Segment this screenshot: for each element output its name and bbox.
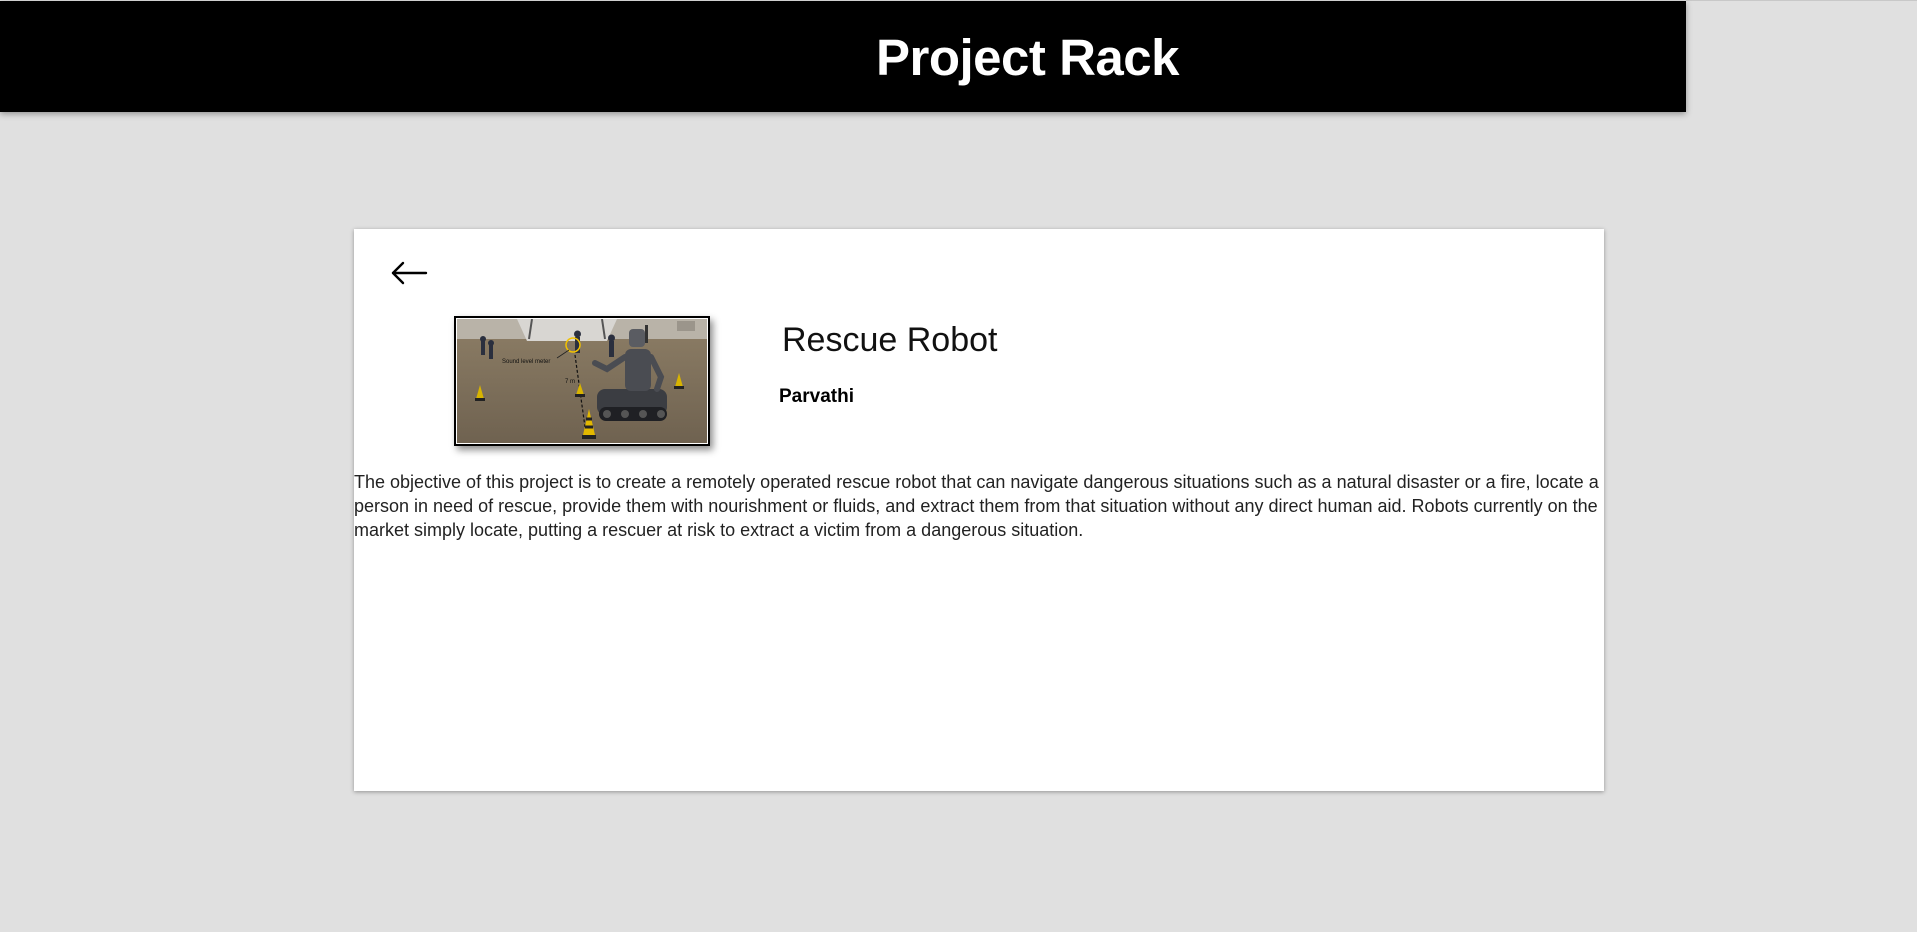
app-title: Project Rack [876, 29, 1180, 86]
project-title: Rescue Robot [782, 321, 998, 359]
top-edge-rule [1686, 0, 1917, 1]
back-button[interactable] [388, 251, 434, 295]
app-header: Project Rack [0, 1, 1686, 112]
project-description: The objective of this project is to crea… [354, 472, 1599, 540]
rescue-robot-photo: Sound level meter 7 m [457, 319, 707, 443]
arrow-left-icon [391, 261, 428, 285]
project-author: Parvathi [779, 386, 854, 407]
project-detail-card: Sound level meter 7 m Rescue Robot Parva… [354, 229, 1604, 791]
image-annotation-distance: 7 m [565, 379, 575, 385]
image-annotation-sound: Sound level meter [502, 359, 550, 365]
project-image: Sound level meter 7 m [454, 316, 710, 446]
